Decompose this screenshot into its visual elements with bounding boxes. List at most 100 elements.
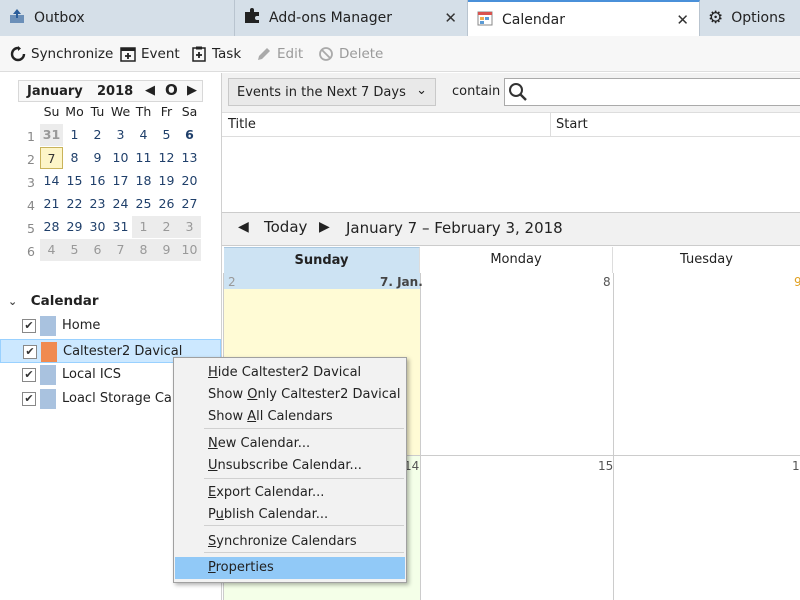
mini-calendar-day[interactable]: 13 bbox=[178, 147, 201, 169]
menu-item-accesskey: H bbox=[208, 365, 218, 380]
mini-calendar-day[interactable]: 29 bbox=[63, 216, 86, 238]
today-circle-icon[interactable]: O bbox=[165, 81, 178, 99]
mini-calendar-day[interactable]: 8 bbox=[132, 239, 155, 261]
mini-calendar-day[interactable]: 18 bbox=[132, 170, 155, 192]
mini-calendar-day[interactable]: 9 bbox=[86, 147, 109, 169]
calendar-color-swatch bbox=[40, 389, 56, 409]
calendar-list-header[interactable]: ⌄ Calendar bbox=[8, 293, 99, 309]
show-all-calendars-item[interactable]: Show All Calendars bbox=[175, 406, 405, 428]
mini-calendar-day[interactable]: 1 bbox=[63, 124, 86, 146]
next-arrow-icon[interactable]: ▶ bbox=[319, 219, 330, 235]
delete-button[interactable]: Delete bbox=[318, 36, 383, 72]
export-calendar-item[interactable]: Export Calendar... bbox=[175, 482, 405, 504]
mini-calendar-day[interactable]: 27 bbox=[178, 193, 201, 215]
mini-calendar-day[interactable]: 10 bbox=[109, 147, 132, 169]
new-task-button[interactable]: Task bbox=[191, 36, 241, 72]
day-cell[interactable] bbox=[614, 273, 800, 455]
mini-calendar-day[interactable]: 28 bbox=[40, 216, 63, 238]
event-filter-select[interactable]: Events in the Next 7 Days ⌄ bbox=[228, 78, 436, 106]
new-calendar-item[interactable]: New Calendar... bbox=[175, 433, 405, 455]
mini-calendar-day[interactable]: 11 bbox=[132, 147, 155, 169]
synchronize-button[interactable]: Synchronize bbox=[10, 36, 113, 72]
menu-item-text: ide Caltester2 Davical bbox=[217, 365, 362, 380]
close-icon[interactable]: ✕ bbox=[444, 9, 457, 27]
mini-calendar-day[interactable]: 12 bbox=[155, 147, 178, 169]
day-cell[interactable] bbox=[614, 456, 800, 600]
search-input[interactable] bbox=[504, 78, 800, 106]
mini-calendar-day[interactable]: 7 bbox=[109, 239, 132, 261]
synchronize-calendars-item[interactable]: Synchronize Calendars bbox=[175, 531, 405, 553]
mini-calendar-day[interactable]: 2 bbox=[155, 216, 178, 238]
mini-calendar-day[interactable]: 10 bbox=[178, 239, 201, 261]
day-number: 15 bbox=[598, 459, 614, 473]
day-cell[interactable] bbox=[421, 456, 613, 600]
checkbox[interactable]: ✔ bbox=[22, 392, 36, 406]
mini-calendar-day[interactable]: 9 bbox=[155, 239, 178, 261]
grid-line bbox=[613, 273, 614, 600]
menu-item-text: blish Calendar... bbox=[223, 507, 329, 522]
tab-options[interactable]: ⚙ Options bbox=[700, 0, 800, 36]
mini-calendar-day[interactable]: 20 bbox=[178, 170, 201, 192]
chevron-down-icon[interactable]: ⌄ bbox=[8, 295, 22, 308]
mini-calendar-year[interactable]: 2018 bbox=[97, 84, 133, 99]
mini-calendar-day[interactable]: 16 bbox=[86, 170, 109, 192]
mini-calendar-day[interactable]: 1 bbox=[132, 216, 155, 238]
prev-month-icon[interactable]: ◀ bbox=[145, 83, 155, 98]
mini-calendar-day[interactable]: 30 bbox=[86, 216, 109, 238]
day-header-sunday[interactable]: Sunday bbox=[224, 247, 420, 273]
mini-calendar-day[interactable]: 8 bbox=[63, 147, 86, 169]
mini-calendar-day[interactable]: 6 bbox=[178, 124, 201, 146]
mini-calendar-day[interactable]: 14 bbox=[40, 170, 63, 192]
mini-calendar-day[interactable]: 5 bbox=[63, 239, 86, 261]
previous-arrow-icon[interactable]: ◀ bbox=[238, 219, 249, 235]
checkbox[interactable]: ✔ bbox=[22, 319, 36, 333]
column-title[interactable]: Title bbox=[228, 117, 256, 132]
column-divider[interactable] bbox=[550, 113, 551, 137]
unsubscribe-calendar-item[interactable]: Unsubscribe Calendar... bbox=[175, 455, 405, 477]
mini-calendar-month[interactable]: January bbox=[27, 84, 83, 99]
mini-calendar-day[interactable]: 26 bbox=[155, 193, 178, 215]
publish-calendar-item[interactable]: Publish Calendar... bbox=[175, 504, 405, 526]
mini-calendar-day[interactable]: 23 bbox=[86, 193, 109, 215]
mini-calendar-day[interactable]: 15 bbox=[63, 170, 86, 192]
mini-calendar-day[interactable]: 24 bbox=[109, 193, 132, 215]
calendar-list-item[interactable]: ✔ Home bbox=[0, 314, 221, 338]
close-icon[interactable]: ✕ bbox=[676, 11, 689, 29]
calendar-name: Home bbox=[62, 318, 101, 333]
hide-calendar-item[interactable]: Hide Caltester2 Davical bbox=[175, 362, 405, 384]
properties-item[interactable]: Properties bbox=[175, 557, 405, 579]
today-button[interactable]: Today bbox=[264, 218, 307, 236]
column-start[interactable]: Start bbox=[556, 117, 588, 132]
day-header-tuesday[interactable]: Tuesday bbox=[613, 247, 800, 273]
show-only-calendar-item[interactable]: Show Only Caltester2 Davical bbox=[175, 384, 405, 406]
mini-calendar-day[interactable]: 5 bbox=[155, 124, 178, 146]
mini-calendar-day[interactable]: 21 bbox=[40, 193, 63, 215]
edit-button[interactable]: Edit bbox=[256, 36, 303, 72]
mini-calendar-day[interactable]: 17 bbox=[109, 170, 132, 192]
checkbox[interactable]: ✔ bbox=[22, 368, 36, 382]
tab-outbox[interactable]: Outbox bbox=[0, 0, 235, 36]
menu-item-accesskey: A bbox=[247, 409, 257, 424]
mini-calendar-day[interactable]: 7 bbox=[40, 147, 63, 169]
mini-calendar-day[interactable]: 3 bbox=[109, 124, 132, 146]
mini-calendar-day[interactable]: 31 bbox=[109, 216, 132, 238]
tab-calendar[interactable]: Calendar ✕ bbox=[468, 0, 700, 37]
next-month-icon[interactable]: ▶ bbox=[187, 83, 197, 98]
new-event-button[interactable]: Event bbox=[120, 36, 180, 72]
mini-calendar-day[interactable]: 4 bbox=[40, 239, 63, 261]
mini-calendar-day[interactable]: 19 bbox=[155, 170, 178, 192]
day-cell[interactable] bbox=[421, 273, 613, 455]
mini-calendar-day[interactable]: 6 bbox=[86, 239, 109, 261]
event-list[interactable] bbox=[222, 137, 800, 213]
mini-calendar-day[interactable]: 25 bbox=[132, 193, 155, 215]
mini-calendar-day[interactable]: 2 bbox=[86, 124, 109, 146]
calendar-color-swatch bbox=[41, 342, 57, 362]
mini-calendar-day[interactable]: 3 bbox=[178, 216, 201, 238]
mini-calendar-day[interactable]: 4 bbox=[132, 124, 155, 146]
tab-addons-manager[interactable]: Add-ons Manager ✕ bbox=[235, 0, 468, 36]
day-header-monday[interactable]: Monday bbox=[420, 247, 613, 273]
grid-line bbox=[420, 273, 421, 600]
mini-calendar-day[interactable]: 31 bbox=[40, 124, 63, 146]
mini-calendar-day[interactable]: 22 bbox=[63, 193, 86, 215]
checkbox[interactable]: ✔ bbox=[23, 345, 37, 359]
